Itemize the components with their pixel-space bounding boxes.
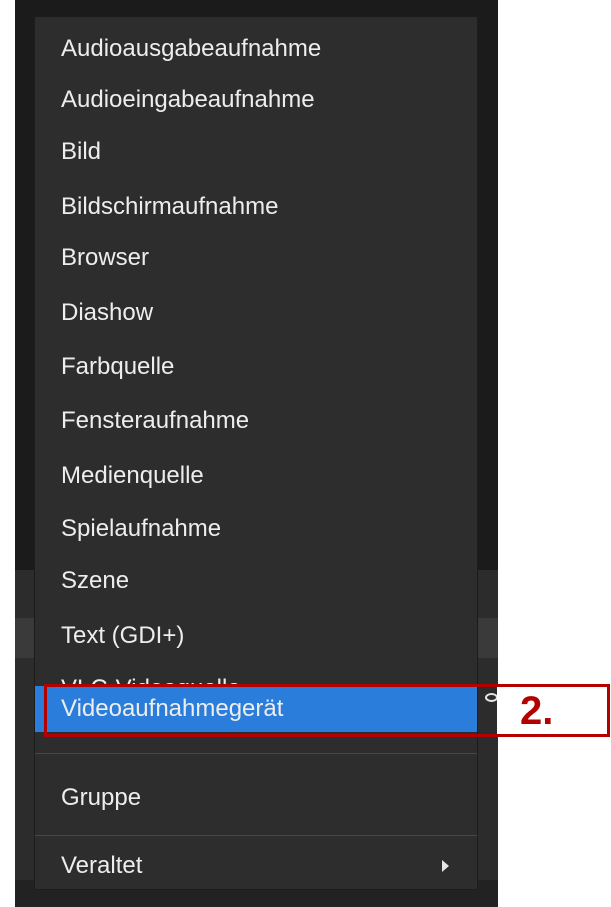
menu-item-szene[interactable]: Szene — [35, 558, 477, 604]
chevron-right-icon — [442, 860, 449, 872]
annotation-step-label: 2. — [520, 689, 554, 733]
menu-item-browser[interactable]: Browser — [35, 235, 477, 281]
menu-item-veraltet-label: Veraltet — [61, 852, 143, 879]
menu-item-farbquelle[interactable]: Farbquelle — [35, 344, 477, 390]
menu-separator — [35, 835, 477, 836]
menu-item-text-gdi[interactable]: Text (GDI+) — [35, 613, 477, 659]
menu-item-gruppe[interactable]: Gruppe — [35, 775, 477, 821]
menu-item-spielaufnahme[interactable]: Spielaufnahme — [35, 506, 477, 552]
add-source-context-menu: Audioausgabeaufnahme Audioeingabeaufnahm… — [34, 16, 478, 890]
menu-separator — [35, 753, 477, 754]
menu-item-medienquelle[interactable]: Medienquelle — [35, 453, 477, 499]
menu-item-bild[interactable]: Bild — [35, 129, 477, 175]
menu-item-veraltet[interactable]: Veraltet — [35, 843, 477, 889]
menu-item-audioeingabeaufnahme[interactable]: Audioeingabeaufnahme — [35, 77, 477, 123]
menu-item-fensteraufnahme[interactable]: Fensteraufnahme — [35, 398, 477, 444]
menu-item-bildschirmaufnahme[interactable]: Bildschirmaufnahme — [35, 184, 477, 230]
menu-item-audioausgabeaufnahme[interactable]: Audioausgabeaufnahme — [35, 26, 477, 72]
menu-item-diashow[interactable]: Diashow — [35, 290, 477, 336]
